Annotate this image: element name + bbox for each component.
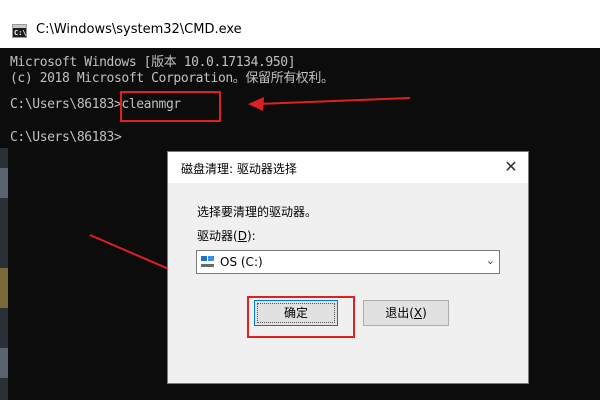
close-icon: ✕	[504, 157, 518, 176]
ok-highlight-box	[247, 296, 355, 338]
dialog-prompt: 选择要清理的驱动器。	[197, 205, 318, 219]
drive-label-accel: D	[237, 229, 247, 243]
chevron-down-icon[interactable]: ⌄	[486, 254, 495, 267]
drive-select-value: OS (C:)	[220, 255, 263, 269]
drive-icon	[201, 256, 215, 268]
dialog-title: 磁盘清理: 驱动器选择	[181, 162, 297, 176]
exit-label-accel: X	[413, 306, 423, 320]
arrow-to-command	[248, 97, 411, 111]
drive-label-prefix: 驱动器(	[197, 229, 238, 243]
exit-button[interactable]: 退出(X)	[363, 300, 449, 326]
disk-cleanup-dialog: 磁盘清理: 驱动器选择 ✕ 选择要清理的驱动器。 驱动器(D): OS (C:)…	[167, 151, 529, 384]
drive-label-suffix: ):	[246, 229, 256, 243]
exit-label-prefix: 退出(	[385, 306, 414, 320]
exit-label-suffix: )	[422, 306, 427, 320]
drive-label: 驱动器(D):	[197, 227, 256, 244]
dialog-close-button[interactable]: ✕	[494, 152, 528, 183]
dialog-title-bar[interactable]: 磁盘清理: 驱动器选择 ✕	[168, 152, 528, 183]
drive-select[interactable]: OS (C:) ⌄	[196, 250, 500, 274]
